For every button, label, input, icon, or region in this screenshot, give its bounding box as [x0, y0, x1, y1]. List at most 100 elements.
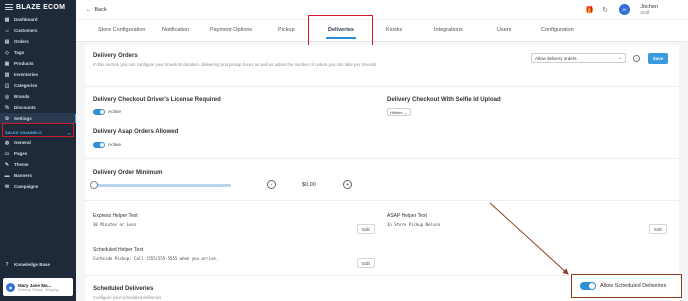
hamburger-icon[interactable]: [5, 4, 13, 10]
toggle-switch[interactable]: [93, 109, 105, 115]
express-title: Express Helper Text: [93, 213, 138, 219]
delivery-orders-title: Delivery Orders: [93, 53, 138, 59]
box-icon: ▣: [4, 60, 10, 67]
tab-configuration[interactable]: Configuration: [541, 27, 574, 33]
store-switcher[interactable]: ◉ Mary Jane Ma... Delivery, Pickup, Ship…: [3, 278, 73, 296]
tab-integrations[interactable]: Integrations: [434, 27, 463, 33]
info-icon[interactable]: i: [633, 55, 640, 62]
back-label: Back: [94, 6, 107, 13]
sales-channels-nav: ◍ General ▭ Pages ✎ Theme ▬ Banners ✉ Campaig…: [0, 137, 76, 192]
knowledge-base-link[interactable]: ? Knowledge Base: [0, 259, 76, 270]
express-text: 30 Minutes or Less: [93, 222, 137, 227]
divider: [85, 86, 679, 87]
sidebar-item-discounts[interactable]: % Discounts: [0, 102, 76, 113]
sidebar-item-theme[interactable]: ✎ Theme: [0, 159, 76, 170]
tab-payment-options[interactable]: Payment Options: [210, 27, 252, 33]
toggle-label: Active: [108, 142, 122, 148]
page-icon: ▭: [4, 150, 10, 157]
asap-helper-edit-button[interactable]: Edit: [649, 224, 667, 234]
asap-title: Delivery Asap Orders Allowed: [93, 129, 179, 135]
scheduled-deliveries-title: Scheduled Deliveries: [93, 286, 154, 292]
sidebar-item-dashboard[interactable]: ▦ Dashboard: [0, 14, 76, 25]
sidebar-item-label: Brands: [14, 94, 30, 99]
minimum-value: $0.00: [302, 182, 316, 188]
sidebar-item-brands[interactable]: ◎ Brands: [0, 91, 76, 102]
scheduled-helper-text: Curbside Pickup: Call (555)555-5555 when…: [93, 256, 219, 261]
brand-logo: BLAZE ECOM: [16, 3, 66, 11]
selfie-title: Delivery Checkout With Selfie Id Upload: [387, 97, 501, 103]
tab-store-configuration[interactable]: Store Configuration: [98, 27, 145, 33]
toggle-switch[interactable]: [580, 282, 596, 290]
allow-scheduled-deliveries-toggle[interactable]: Allow Scheduled Deliveries: [571, 274, 682, 298]
users-icon: ☺: [4, 27, 10, 34]
arrow-left-icon: ←: [86, 6, 92, 13]
delivery-orders-select[interactable]: Allow delivery orders ⌄: [531, 53, 626, 63]
dashboard-icon: ▦: [4, 16, 10, 23]
settings-tabs: Store Configuration Notification Payment…: [76, 20, 688, 42]
scheduled-helper-edit-button[interactable]: Edit: [357, 258, 375, 268]
sidebar-item-orders[interactable]: ▤ Orders: [0, 36, 76, 47]
save-button[interactable]: Save: [648, 53, 668, 64]
store-subtitle: Delivery, Pickup, Shipping: [18, 287, 59, 292]
divider: [85, 200, 679, 201]
sidebar-item-categories[interactable]: ◫ Categories: [0, 80, 76, 91]
deliveries-tab-highlight-box: [308, 15, 373, 46]
select-value: Allow delivery orders: [535, 56, 577, 61]
sidebar-item-label: Pages: [14, 151, 28, 156]
refresh-icon[interactable]: ↻: [602, 6, 608, 14]
back-button[interactable]: ← Back: [86, 7, 107, 13]
scheduled-deliveries-description: Configure your scheduled deliveries: [93, 295, 162, 300]
sidebar-item-label: Categories: [14, 83, 38, 88]
minimum-title: Delivery Order Minimum: [93, 170, 163, 176]
tab-pickup[interactable]: Pickup: [278, 27, 295, 33]
sidebar-item-banners[interactable]: ▬ Banners: [0, 170, 76, 181]
sidebar-item-campaigns[interactable]: ✉ Campaigns: [0, 181, 76, 192]
brand-header: BLAZE ECOM: [0, 0, 76, 14]
asap-toggle[interactable]: Active: [93, 142, 121, 148]
sidebar-item-general[interactable]: ◍ General: [0, 137, 76, 148]
minimum-slider-track[interactable]: [93, 184, 231, 187]
sidebar-item-tags[interactable]: ◇ Tags: [0, 47, 76, 58]
user-menu[interactable]: Jochen Staff: [640, 4, 658, 16]
minimum-decrease-button[interactable]: -: [267, 180, 276, 189]
question-icon: ?: [5, 261, 9, 268]
brush-icon: ✎: [4, 161, 10, 168]
inventory-icon: ▥: [4, 71, 10, 78]
sidebar-nav: ▦ Dashboard ☺ Customers ▤ Orders ◇ Tags ▣ Pro…: [0, 14, 76, 124]
license-toggle[interactable]: Active: [93, 109, 121, 115]
banner-icon: ▬: [4, 172, 10, 179]
sidebar: BLAZE ECOM ▦ Dashboard ☺ Customers ▤ Orders…: [0, 0, 76, 301]
sidebar-item-label: Settings: [14, 116, 32, 121]
sidebar-item-inventories[interactable]: ▥ Inventories: [0, 69, 76, 80]
avatar[interactable]: JK: [619, 4, 630, 15]
sidebar-item-label: General: [14, 140, 31, 145]
sidebar-item-label: Customers: [14, 28, 38, 33]
toggle-switch[interactable]: [93, 142, 105, 148]
tab-notification[interactable]: Notification: [162, 27, 189, 33]
store-logo-icon: ◉: [6, 282, 15, 292]
knowledge-base-label: Knowledge Base: [14, 262, 51, 267]
deliveries-panel: Delivery Orders In this section you can …: [85, 45, 679, 301]
scheduled-helper-title: Scheduled Helper Text: [93, 247, 144, 253]
sidebar-item-label: Orders: [14, 39, 29, 44]
asap-helper-title: ASAP Helper Text: [387, 213, 427, 219]
discount-icon: %: [4, 104, 10, 111]
gift-icon[interactable]: 🎁: [585, 6, 594, 14]
sidebar-item-products[interactable]: ▣ Products: [0, 58, 76, 69]
sidebar-item-label: Discounts: [14, 105, 36, 110]
user-role: Staff: [640, 10, 650, 15]
minimum-slider-thumb[interactable]: [90, 181, 98, 189]
selfie-select[interactable]: Hidden ⌄: [387, 108, 411, 116]
express-edit-button[interactable]: Edit: [357, 224, 375, 234]
tab-kiosks[interactable]: Kiosks: [386, 27, 402, 33]
toggle-label: Allow Scheduled Deliveries: [600, 283, 667, 289]
license-title: Delivery Checkout Driver's License Requi…: [93, 97, 221, 103]
sidebar-item-customers[interactable]: ☺ Customers: [0, 25, 76, 36]
minimum-increase-button[interactable]: +: [343, 180, 352, 189]
sidebar-item-pages[interactable]: ▭ Pages: [0, 148, 76, 159]
tag-icon: ◇: [5, 49, 9, 56]
tab-users[interactable]: Users: [497, 27, 511, 33]
sidebar-item-label: Theme: [14, 162, 29, 167]
brand-icon: ◎: [4, 93, 10, 100]
asap-helper-text: In Store Pickup Nelson: [387, 222, 440, 227]
